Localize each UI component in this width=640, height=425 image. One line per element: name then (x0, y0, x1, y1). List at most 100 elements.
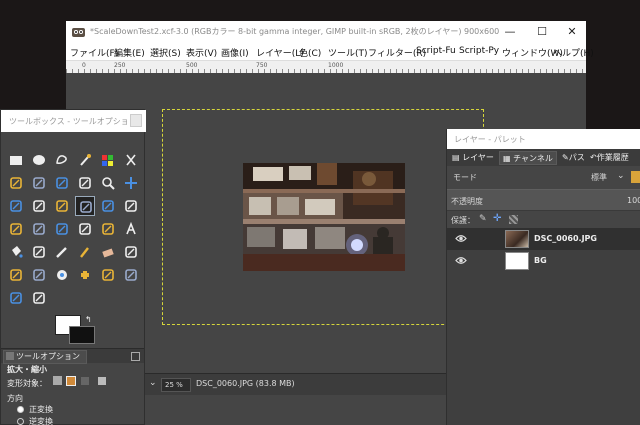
direction-forward-radio[interactable] (17, 406, 24, 413)
direction-forward-label: 正変換 (29, 405, 53, 414)
tab-paths[interactable]: ✎パス (559, 151, 588, 165)
tab-channels[interactable]: ▦ チャンネル (499, 151, 557, 165)
tool-move-icon[interactable] (121, 173, 141, 193)
tool-perspective-icon[interactable] (121, 196, 141, 216)
tool-ellipse-select-icon[interactable] (29, 150, 49, 170)
menu-tools[interactable]: ツール(T) (328, 46, 368, 59)
transform-path-icon[interactable] (81, 377, 89, 385)
swap-colors-icon[interactable]: ↰ (85, 315, 92, 324)
transform-image-icon[interactable] (98, 377, 106, 385)
tab-history[interactable]: ↶作業履歴 (587, 151, 632, 165)
ruler-label: 1000 (328, 62, 344, 69)
gimp-icon (72, 28, 85, 37)
tool-flip-icon[interactable] (6, 219, 26, 239)
tool-align-icon[interactable] (6, 196, 26, 216)
tool-handle-transform-icon[interactable] (98, 219, 118, 239)
tool-scale-icon[interactable] (75, 196, 95, 216)
tool-options-tabbar: ツールオプション (1, 348, 144, 364)
tool-warp-icon[interactable] (75, 219, 95, 239)
tool-rect-select-icon[interactable] (6, 150, 26, 170)
menu-colors[interactable]: 色(C) (299, 46, 321, 59)
opacity-value: 100 (627, 196, 640, 205)
menu-layer[interactable]: レイヤー(L) (256, 46, 304, 59)
lock-alpha-icon[interactable] (509, 215, 518, 224)
tool-ink-icon[interactable] (6, 265, 26, 285)
minimize-button[interactable]: — (496, 24, 524, 40)
background-color-swatch[interactable] (69, 326, 95, 344)
tab-tool-options[interactable]: ツールオプション (3, 350, 87, 364)
tool-pencil-icon[interactable] (52, 242, 72, 262)
eye-icon[interactable] (455, 256, 467, 265)
menu-script-py[interactable]: Script-Py (459, 46, 499, 56)
transform-selection-icon[interactable] (66, 376, 76, 386)
lock-pixels-icon[interactable]: ✎ (479, 214, 487, 224)
menu-edit[interactable]: 編集(E) (114, 46, 145, 59)
tool-foreground-select-icon[interactable] (6, 173, 26, 193)
tool-crop-icon[interactable] (29, 196, 49, 216)
tool-options-title: 拡大・縮小 (7, 365, 47, 374)
tool-select-by-color-icon[interactable] (98, 150, 118, 170)
tab-layers[interactable]: ▤ レイヤー (449, 151, 497, 165)
tool-paths-icon[interactable] (29, 173, 49, 193)
tool-heal-icon[interactable] (75, 265, 95, 285)
layers-title-bar[interactable]: レイヤー - パレット (447, 129, 640, 149)
tool-unified-transform-icon[interactable] (52, 219, 72, 239)
tool-measure-icon[interactable] (75, 173, 95, 193)
tool-rotate-icon[interactable] (52, 196, 72, 216)
eye-icon[interactable] (455, 234, 467, 243)
mode-switch-icon[interactable] (631, 171, 640, 183)
layer-name[interactable]: DSC_0060.JPG (534, 234, 597, 243)
tool-airbrush-icon[interactable] (121, 242, 141, 262)
tab-layers-label: レイヤー (462, 153, 494, 162)
menu-select[interactable]: 選択(S) (150, 46, 181, 59)
tool-text-icon[interactable] (121, 219, 141, 239)
close-button[interactable]: ✕ (558, 24, 586, 40)
layer-name[interactable]: BG (534, 256, 547, 265)
tool-mypaint-icon[interactable] (29, 265, 49, 285)
maximize-button[interactable]: ☐ (528, 24, 556, 40)
layer-thumbnail (505, 252, 529, 270)
lock-position-icon[interactable]: ✛ (493, 213, 501, 224)
main-title-bar[interactable]: *ScaleDownTest2.xcf-3.0 (RGBカラー 8-bit ga… (66, 21, 586, 43)
tool-blend-icon[interactable] (29, 242, 49, 262)
menu-view[interactable]: 表示(V) (186, 46, 217, 59)
tab-config-icon[interactable] (131, 352, 140, 361)
toolbox-title-bar[interactable]: ツールボックス - ツールオプション (1, 110, 146, 132)
tool-paintbrush-icon[interactable] (75, 242, 95, 262)
tool-color-picker-icon[interactable] (52, 173, 72, 193)
chevron-down-icon[interactable]: ⌄ (617, 171, 625, 181)
tool-shear-icon[interactable] (98, 196, 118, 216)
tool-zoom-icon[interactable] (98, 173, 118, 193)
toolbox-close-button[interactable] (130, 114, 142, 127)
tool-blur-icon[interactable] (29, 288, 49, 308)
horizontal-ruler[interactable]: 0 250 500 750 1000 (66, 61, 586, 73)
layer-row[interactable]: BG (447, 250, 640, 272)
layer-row[interactable]: DSC_0060.JPG (447, 228, 640, 250)
tool-eraser-icon[interactable] (98, 242, 118, 262)
tool-scissors-icon[interactable] (121, 150, 141, 170)
ruler-label: 0 (82, 62, 86, 69)
menu-file[interactable]: ファイル(F) (70, 46, 118, 59)
tool-bucket-fill-icon[interactable] (6, 242, 26, 262)
layers-panel-window: レイヤー - パレット ▤ レイヤー ▦ チャンネル ✎パス ↶作業履歴 モード… (446, 129, 640, 425)
chevron-down-icon[interactable]: ⌄ (149, 378, 157, 388)
direction-backward-radio[interactable] (17, 418, 24, 425)
tool-dodge-burn-icon[interactable] (121, 265, 141, 285)
transform-layer-icon[interactable] (53, 376, 62, 385)
tool-free-select-icon[interactable] (52, 150, 72, 170)
opacity-slider[interactable]: 不透明度 100 (447, 189, 640, 211)
ruler-label: 750 (256, 62, 268, 69)
opacity-label: 不透明度 (451, 197, 483, 206)
layers-tabbar: ▤ レイヤー ▦ チャンネル ✎パス ↶作業履歴 (447, 149, 640, 166)
menu-help[interactable]: ヘルプ(H) (553, 46, 594, 59)
menu-image[interactable]: 画像(I) (221, 46, 249, 59)
zoom-select[interactable]: 25 % (161, 378, 191, 392)
tool-perspective-clone-icon[interactable] (6, 288, 26, 308)
tool-smudge-icon[interactable] (98, 265, 118, 285)
tool-fuzzy-select-icon[interactable] (75, 150, 95, 170)
tool-cage-icon[interactable] (29, 219, 49, 239)
mode-select[interactable]: 標準 (591, 172, 607, 183)
menu-script-fu[interactable]: Script-Fu (416, 46, 456, 56)
tool-options-icon (6, 352, 14, 360)
tool-clone-icon[interactable] (52, 265, 72, 285)
